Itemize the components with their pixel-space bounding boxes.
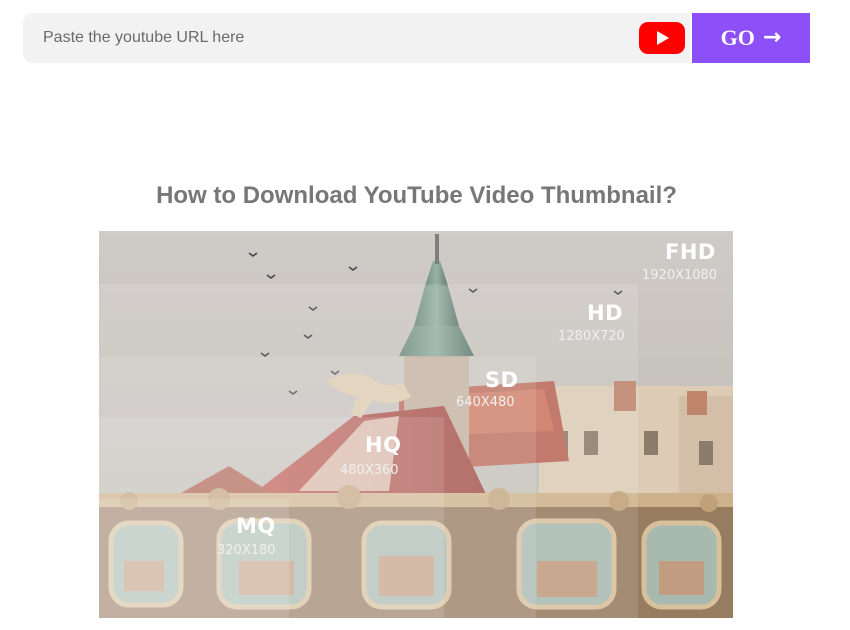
- resolution-name-mq: MQ: [236, 514, 276, 538]
- url-input[interactable]: [23, 13, 623, 63]
- search-bar: [23, 13, 690, 63]
- resolution-size-fhd: 1920X1080: [642, 268, 718, 283]
- resolution-name-fhd: FHD: [665, 240, 716, 264]
- resolution-size-hd: 1280X720: [558, 329, 625, 344]
- resolution-name-sd: SD: [485, 368, 519, 392]
- resolution-name-hd: HD: [587, 301, 624, 325]
- section-title: How to Download YouTube Video Thumbnail?: [156, 182, 677, 209]
- go-button[interactable]: GO →: [692, 13, 810, 63]
- resolution-size-sd: 640X480: [456, 395, 515, 410]
- resolution-size-hq: 480X360: [340, 463, 399, 478]
- youtube-icon: [639, 22, 685, 54]
- arrow-right-icon: →: [762, 25, 782, 50]
- resolution-name-hq: HQ: [365, 433, 402, 457]
- thumbnail-resolution-illustration: FHD 1920X1080 HD 1280X720 SD 640X480 HQ …: [99, 231, 733, 618]
- go-button-label: GO: [720, 25, 755, 50]
- resolution-size-mq: 320X180: [217, 543, 276, 558]
